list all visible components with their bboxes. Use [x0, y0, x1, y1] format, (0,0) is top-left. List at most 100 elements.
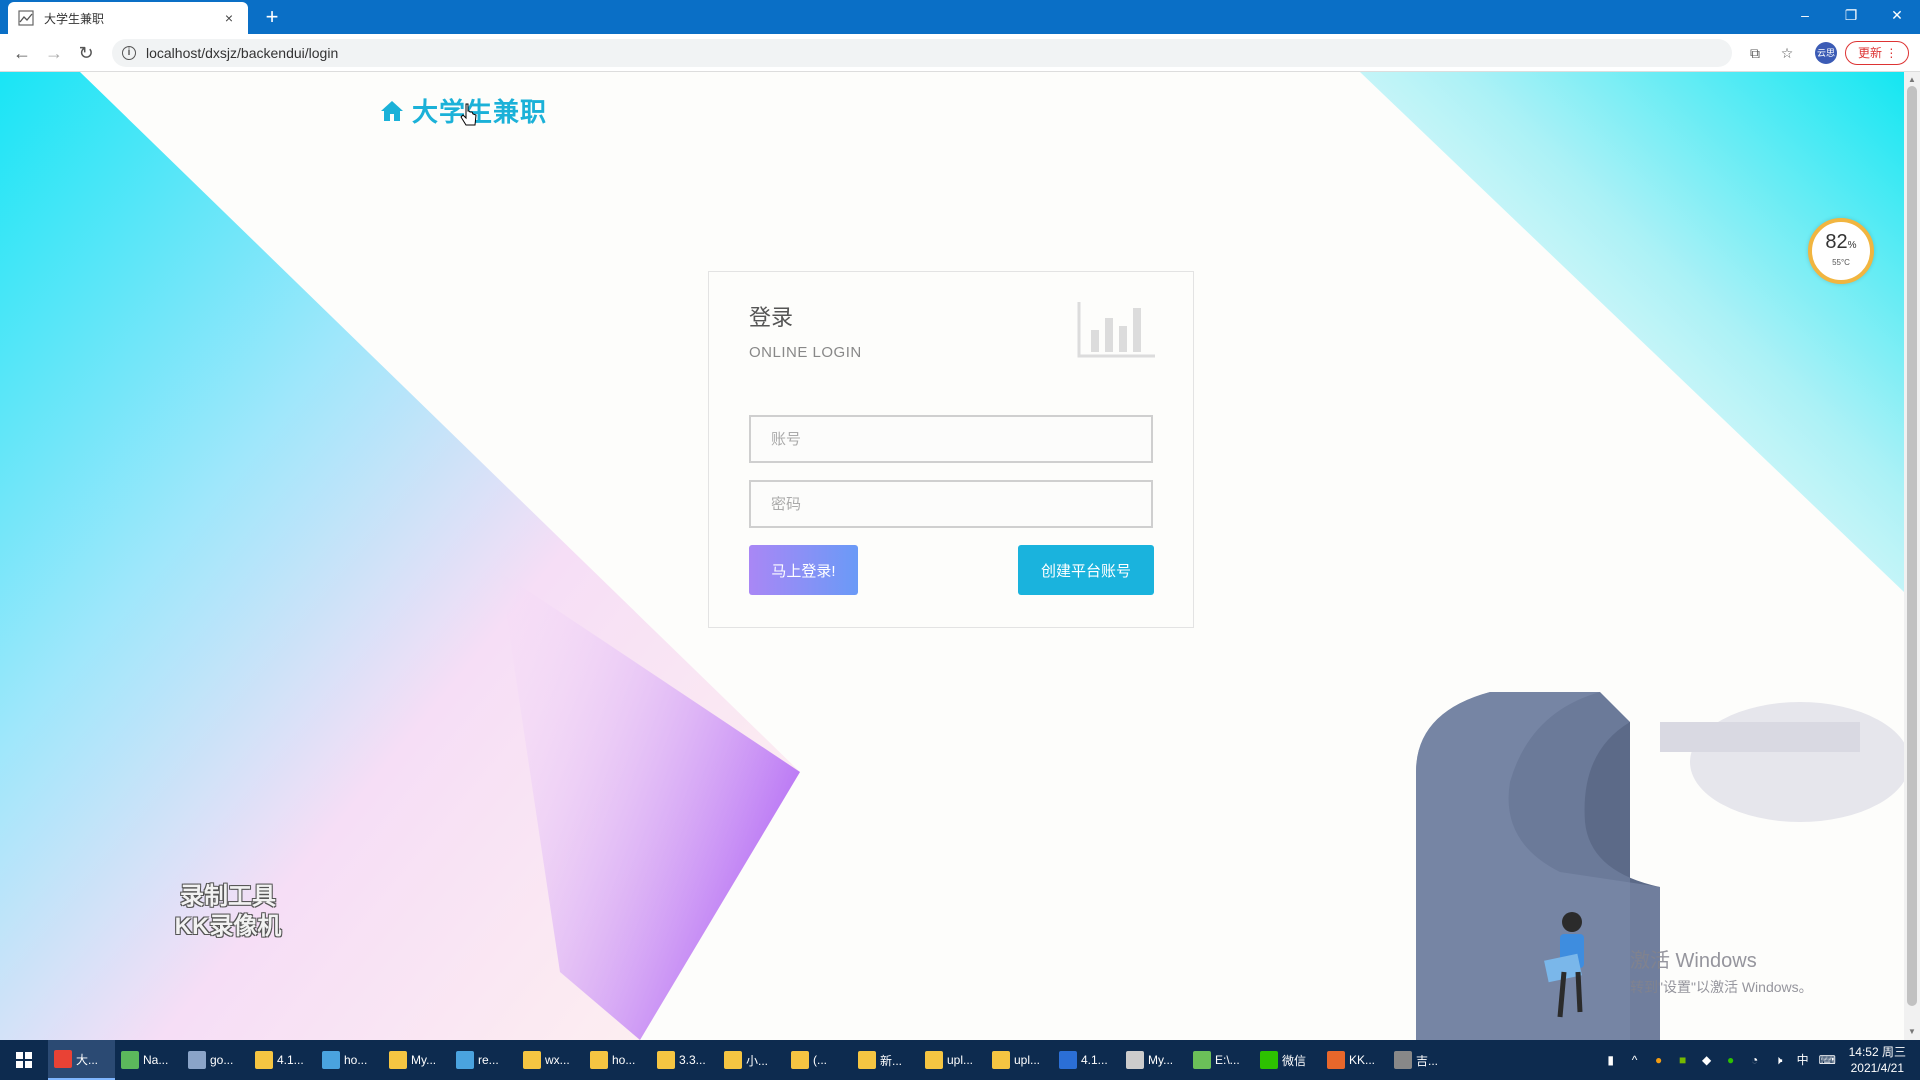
taskbar-item-label: upl... [1014, 1053, 1041, 1067]
update-label: 更新 [1858, 46, 1883, 60]
activate-title: 激活 Windows [1630, 950, 1757, 972]
taskbar-app-icon [1394, 1051, 1412, 1069]
profile-avatar[interactable]: 云思 [1815, 42, 1837, 64]
close-window-button[interactable]: ✕ [1874, 0, 1920, 30]
taskbar-item-label: go... [210, 1053, 234, 1067]
taskbar-app-icon [657, 1051, 675, 1069]
taskbar-item[interactable]: 小... [718, 1040, 785, 1080]
page-scrollbar[interactable]: ▲ ▼ [1904, 72, 1920, 1040]
taskbar-item-label: My... [1148, 1053, 1174, 1067]
address-bar[interactable]: i localhost/dxsjz/backendui/login [112, 39, 1732, 67]
tab-close-icon[interactable]: × [220, 10, 238, 26]
reload-icon[interactable]: ↻ [72, 40, 100, 66]
login-title: 登录 [749, 305, 794, 330]
antivirus-icon[interactable]: ● [1651, 1052, 1667, 1068]
taskbar-app-icon [992, 1051, 1010, 1069]
taskbar-item-label: My... [411, 1053, 437, 1067]
create-account-button[interactable]: 创建平台账号 [1018, 545, 1154, 595]
taskbar-app-icon [925, 1051, 943, 1069]
login-subtitle: ONLINE LOGIN [749, 344, 862, 361]
show-hidden-icons-chevron-icon[interactable]: ^ [1627, 1052, 1643, 1068]
start-button[interactable] [0, 1040, 48, 1080]
windows-activation-notice: 激活 Windows 转到"设置"以激活 Windows。 [1630, 944, 1813, 997]
forward-arrow-icon[interactable]: → [40, 40, 68, 66]
cpu-percent-unit: % [1847, 240, 1857, 251]
taskbar-item-label: 大... [76, 1052, 99, 1067]
ime-indicator[interactable]: 中 [1795, 1052, 1811, 1068]
shield-icon[interactable]: ◆ [1699, 1052, 1715, 1068]
back-arrow-icon[interactable]: ← [8, 40, 36, 66]
taskbar-item[interactable]: 4.1... [1053, 1040, 1120, 1080]
update-button[interactable]: 更新 ⋮ [1845, 41, 1909, 65]
taskbar-item[interactable]: 微信 [1254, 1040, 1321, 1080]
taskbar-item-label: 微信 [1282, 1053, 1307, 1068]
url-text: localhost/dxsjz/backendui/login [146, 45, 339, 61]
minimize-button[interactable]: – [1782, 0, 1828, 30]
taskbar-item[interactable]: 3.3... [651, 1040, 718, 1080]
taskbar-item[interactable]: 吉... [1388, 1040, 1455, 1080]
taskbar-app-icon [255, 1051, 273, 1069]
restore-button[interactable]: ❐ [1828, 0, 1874, 30]
taskbar-item[interactable]: go... [182, 1040, 249, 1080]
taskbar-item[interactable]: KK... [1321, 1040, 1388, 1080]
taskbar-app-icon [724, 1051, 742, 1069]
taskbar-item-label: E:\... [1215, 1053, 1240, 1067]
home-icon [381, 100, 403, 121]
taskbar-item-label: 小... [746, 1053, 769, 1068]
taskbar-item[interactable]: wx... [517, 1040, 584, 1080]
cpu-monitor-widget[interactable]: 82% 55°C [1808, 218, 1874, 284]
site-info-icon[interactable]: i [122, 46, 136, 60]
taskbar-item[interactable]: ho... [316, 1040, 383, 1080]
taskbar-item[interactable]: upl... [919, 1040, 986, 1080]
taskbar-item[interactable]: 新... [852, 1040, 919, 1080]
taskbar-item-label: 4.1... [1081, 1053, 1108, 1067]
page-favicon-icon [18, 10, 34, 26]
login-card: 登录 ONLINE LOGIN 马上登录! 创建平台账号 [708, 271, 1194, 628]
taskbar-item-label: upl... [947, 1053, 974, 1067]
nvidia-icon[interactable]: ■ [1675, 1052, 1691, 1068]
scroll-up-icon[interactable]: ▲ [1908, 75, 1916, 84]
taskbar-app-icon [389, 1051, 407, 1069]
network-icon[interactable]: ◔ [1747, 1052, 1763, 1068]
volume-icon[interactable]: 🕨 [1771, 1052, 1787, 1068]
taskbar-item[interactable]: 大... [48, 1040, 115, 1080]
taskbar-app-icon [188, 1051, 206, 1069]
bookmark-star-icon[interactable]: ☆ [1776, 42, 1798, 64]
taskbar-item[interactable]: Na... [115, 1040, 182, 1080]
taskbar-app-icon [54, 1050, 72, 1068]
wechat-tray-icon[interactable]: ● [1723, 1052, 1739, 1068]
taskbar-app-icon [1126, 1051, 1144, 1069]
clock-time: 14:52 周三 [1848, 1045, 1906, 1059]
recorder-line-2: KK录像机 [174, 913, 282, 940]
taskbar-item-label: 新... [880, 1053, 903, 1068]
taskbar-item[interactable]: ho... [584, 1040, 651, 1080]
scroll-down-icon[interactable]: ▼ [1908, 1027, 1916, 1036]
taskbar-item[interactable]: upl... [986, 1040, 1053, 1080]
taskbar-item[interactable]: My... [383, 1040, 450, 1080]
usb-icon[interactable]: ▮ [1603, 1052, 1619, 1068]
mouse-cursor-icon [460, 103, 477, 126]
browser-tabbar: 大学生兼职 × + – ❐ ✕ [0, 0, 1920, 34]
system-clock[interactable]: 14:52 周三 2021/4/21 [1849, 1044, 1906, 1076]
system-tray: ▮ ^ ● ■ ◆ ● ◔ 🕨 中 ⌨ 14:52 周三 2021/4/21 [1599, 1040, 1920, 1080]
windows-logo-icon [16, 1052, 32, 1068]
taskbar-item[interactable]: E:\... [1187, 1040, 1254, 1080]
new-tab-button[interactable]: + [258, 4, 286, 30]
login-button[interactable]: 马上登录! [749, 545, 858, 595]
translate-icon[interactable]: ⧉ [1744, 42, 1766, 64]
taskbar-item[interactable]: re... [450, 1040, 517, 1080]
taskbar-item-label: wx... [545, 1053, 570, 1067]
browser-tab-active[interactable]: 大学生兼职 × [8, 2, 248, 34]
password-input[interactable] [749, 480, 1153, 528]
taskbar-item[interactable]: My... [1120, 1040, 1187, 1080]
scroll-thumb[interactable] [1907, 86, 1917, 1006]
account-input[interactable] [749, 415, 1153, 463]
cpu-percent: 82 [1825, 231, 1848, 253]
taskbar-item[interactable]: 4.1... [249, 1040, 316, 1080]
taskbar-item-label: (... [813, 1053, 827, 1067]
keyboard-icon[interactable]: ⌨ [1819, 1052, 1836, 1068]
taskbar-app-icon [523, 1051, 541, 1069]
taskbar-app-icon [1260, 1051, 1278, 1069]
taskbar-item[interactable]: (... [785, 1040, 852, 1080]
tab-title: 大学生兼职 [44, 11, 105, 26]
